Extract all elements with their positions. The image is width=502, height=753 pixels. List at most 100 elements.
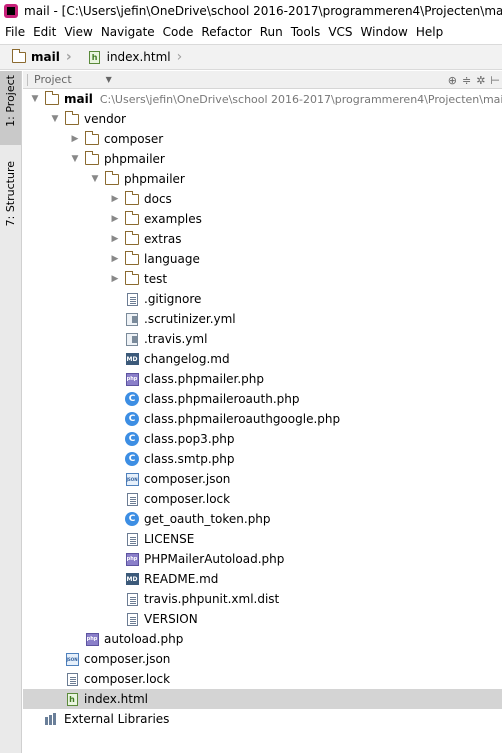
tree-item[interactable]: Cclass.phpmaileroauthgoogle.php <box>23 409 502 429</box>
yml-file-icon <box>125 332 139 346</box>
chevron-down-icon[interactable]: ▼ <box>106 75 112 84</box>
tree-item-label: examples <box>144 212 202 226</box>
tree-item[interactable]: Cget_oauth_token.php <box>23 509 502 529</box>
tree-item[interactable]: ▶ language <box>23 249 502 269</box>
collapsed-arrow-icon[interactable]: ▶ <box>69 129 81 149</box>
window-title: mail - [C:\Users\jefin\OneDrive\school 2… <box>24 4 502 18</box>
project-panel-header: Project ▼ ⊕ ≑ ✲ ⊢ <box>23 71 502 89</box>
tree-item[interactable]: php class.phpmailer.php <box>23 369 502 389</box>
menu-code[interactable]: Code <box>159 25 198 39</box>
tree-item[interactable]: .scrutinizer.yml <box>23 309 502 329</box>
expanded-arrow-icon[interactable]: ▼ <box>49 109 61 129</box>
collapse-all-icon[interactable]: ≑ <box>462 74 471 87</box>
tree-item-label: class.phpmailer.php <box>144 372 265 386</box>
tree-item-label: class.smtp.php <box>144 452 235 466</box>
hide-panel-icon[interactable]: ⊢ <box>490 74 500 87</box>
php-file-icon: php <box>125 372 139 386</box>
tree-item[interactable]: ▶ examples <box>23 209 502 229</box>
tree-item[interactable]: JSON composer.json <box>23 649 502 669</box>
tree-item-label: composer.json <box>144 472 231 486</box>
expanded-arrow-icon[interactable]: ▼ <box>89 169 101 189</box>
tree-item[interactable]: ▶ test <box>23 269 502 289</box>
scroll-from-source-icon[interactable]: ⊕ <box>448 74 457 87</box>
tree-item-label: phpmailer <box>104 152 165 166</box>
breadcrumb-index-html[interactable]: h index.html › <box>76 45 187 69</box>
tree-item-label: composer.lock <box>84 672 171 686</box>
tree-item[interactable]: travis.phpunit.xml.dist <box>23 589 502 609</box>
tree-item[interactable]: ▼ vendor <box>23 109 502 129</box>
tree-item-label: composer.json <box>84 652 171 666</box>
menu-refactor[interactable]: Refactor <box>197 25 255 39</box>
tree-item[interactable]: ▶ extras <box>23 229 502 249</box>
php-class-icon: C <box>125 392 139 406</box>
collapsed-arrow-icon[interactable]: ▶ <box>109 249 121 269</box>
tree-item[interactable]: MD README.md <box>23 569 502 589</box>
menu-run[interactable]: Run <box>256 25 287 39</box>
libraries-icon <box>45 712 59 726</box>
folder-icon <box>124 270 139 286</box>
chevron-right-icon: › <box>176 49 183 65</box>
tab-project[interactable]: 1: Project <box>0 71 21 145</box>
menu-vcs[interactable]: VCS <box>324 25 356 39</box>
tab-structure[interactable]: 7: Structure <box>0 157 21 241</box>
menu-help[interactable]: Help <box>412 25 447 39</box>
tree-item[interactable]: JSON composer.json <box>23 469 502 489</box>
menu-file[interactable]: File <box>0 25 29 39</box>
tree-item[interactable]: ▼ mail C:\Users\jefin\OneDrive\school 2016… <box>23 89 502 109</box>
collapsed-arrow-icon[interactable]: ▶ <box>109 209 121 229</box>
text-file-icon <box>125 532 139 546</box>
menu-tools[interactable]: Tools <box>287 25 325 39</box>
menu-navigate[interactable]: Navigate <box>97 25 159 39</box>
collapsed-arrow-icon[interactable]: ▶ <box>109 189 121 209</box>
breadcrumb-mail[interactable]: mail › <box>0 45 76 69</box>
tree-item[interactable]: composer.lock <box>23 669 502 689</box>
tree-item[interactable]: VERSION <box>23 609 502 629</box>
phpstorm-app-icon <box>4 4 18 18</box>
tree-item[interactable]: External Libraries <box>23 709 502 729</box>
tree-item-label: docs <box>144 192 172 206</box>
tree-item[interactable]: Cclass.smtp.php <box>23 449 502 469</box>
json-file-icon: JSON <box>65 652 79 666</box>
tree-item[interactable]: ▶ composer <box>23 129 502 149</box>
text-file-icon <box>125 492 139 506</box>
menu-view[interactable]: View <box>60 25 96 39</box>
tree-item[interactable]: .travis.yml <box>23 329 502 349</box>
folder-icon <box>84 150 99 166</box>
tree-item[interactable]: MD changelog.md <box>23 349 502 369</box>
panel-toolbar: ⊕ ≑ ✲ ⊢ <box>448 71 500 89</box>
menu-window[interactable]: Window <box>357 25 412 39</box>
tree-item[interactable]: .gitignore <box>23 289 502 309</box>
collapsed-arrow-icon[interactable]: ▶ <box>109 229 121 249</box>
project-view-selector[interactable]: Project <box>34 73 72 86</box>
html-file-icon: h <box>65 692 79 706</box>
tree-item-label: External Libraries <box>64 712 170 726</box>
text-file-icon <box>65 672 79 686</box>
tree-item-label: LICENSE <box>144 532 195 546</box>
tree-item[interactable]: composer.lock <box>23 489 502 509</box>
tree-item[interactable]: ▼ phpmailer <box>23 169 502 189</box>
tree-item[interactable]: php PHPMailerAutoload.php <box>23 549 502 569</box>
tree-item[interactable]: ▶ docs <box>23 189 502 209</box>
markdown-file-icon: MD <box>125 572 139 586</box>
folder-icon <box>124 230 139 246</box>
tree-item-label: class.pop3.php <box>144 432 235 446</box>
folder-icon <box>84 130 99 146</box>
expanded-arrow-icon[interactable]: ▼ <box>29 89 41 109</box>
json-file-icon: JSON <box>125 472 139 486</box>
tree-item[interactable]: ▼ phpmailer <box>23 149 502 169</box>
tree-item-label: travis.phpunit.xml.dist <box>144 592 280 606</box>
tree-item[interactable]: Cclass.phpmaileroauth.php <box>23 389 502 409</box>
tree-item-label: phpmailer <box>124 172 185 186</box>
expanded-arrow-icon[interactable]: ▼ <box>69 149 81 169</box>
tree-item[interactable]: LICENSE <box>23 529 502 549</box>
tree-item[interactable]: Cclass.pop3.php <box>23 429 502 449</box>
collapsed-arrow-icon[interactable]: ▶ <box>109 269 121 289</box>
tree-item[interactable]: php autoload.php <box>23 629 502 649</box>
menu-edit[interactable]: Edit <box>29 25 60 39</box>
navigation-bar: mail › h index.html › <box>0 44 502 70</box>
tree-item-label: .travis.yml <box>144 332 208 346</box>
gear-icon[interactable]: ✲ <box>476 74 485 87</box>
tree-item-label: test <box>144 272 168 286</box>
html-file-icon: h <box>88 50 102 64</box>
tree-item[interactable]: h index.html <box>23 689 502 709</box>
